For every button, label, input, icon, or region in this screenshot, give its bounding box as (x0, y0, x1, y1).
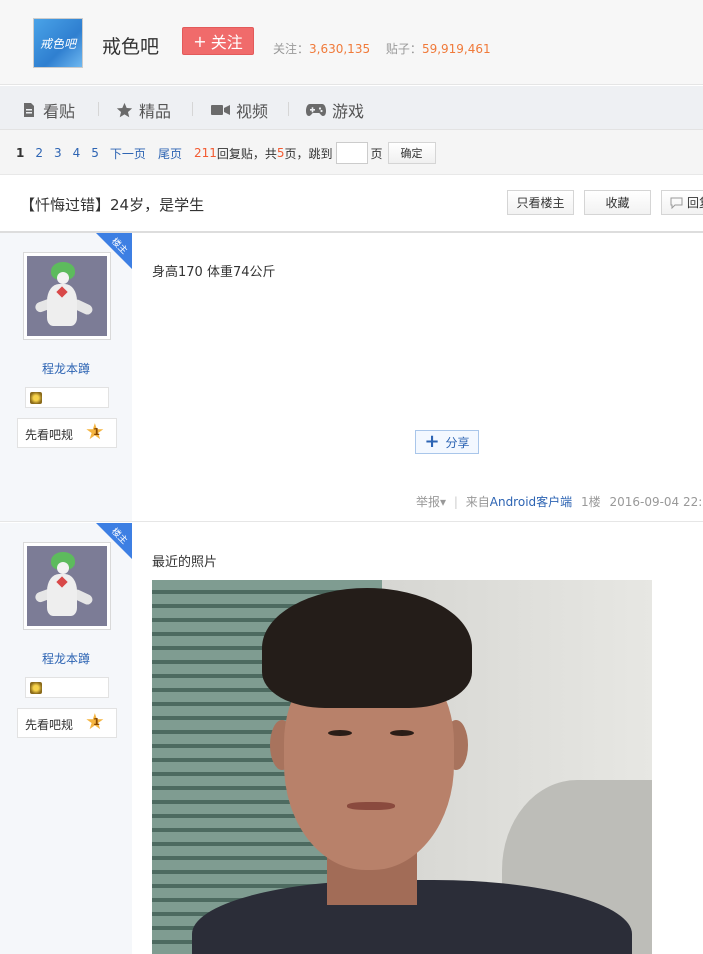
post-time: 2016-09-04 22:17 (609, 495, 703, 509)
forum-name[interactable]: 戒色吧 (102, 32, 159, 59)
logo-text: 戒色吧 (39, 36, 76, 51)
share-button[interactable]: + 分享 (415, 430, 479, 454)
followers-label: 关注： (273, 42, 310, 56)
post-floor-2: 楼主 程龙本蹲 先看吧规 ★ 1 最近的照片 (0, 523, 703, 954)
posts-label: 贴子： (385, 42, 422, 56)
page-total: 5 (276, 146, 285, 160)
floor-number: 1楼 (580, 495, 601, 509)
document-icon (24, 103, 34, 117)
avatar[interactable] (23, 252, 111, 340)
badge-icon (30, 392, 42, 404)
page-link-current: 1 (16, 146, 25, 160)
thread-title-bar: 【忏悔过错】24岁，是学生 只看楼主 收藏 回复 (0, 176, 703, 233)
op-badge-text: 楼主 (109, 526, 129, 547)
jump-to-text: 页，跳到 (284, 146, 333, 161)
follow-button[interactable]: + 关注 (182, 27, 254, 55)
username[interactable]: 程龙本蹲 (0, 650, 132, 667)
post-content: 最近的照片 (152, 555, 218, 570)
nav-label: 游戏 (332, 102, 365, 121)
post-floor-1: 楼主 程龙本蹲 先看吧规 ★ 1 身高170 体重74公斤 + 分享 举报▾ |… (0, 233, 703, 522)
op-badge-text: 楼主 (109, 236, 129, 257)
page-link[interactable]: 3 (54, 146, 62, 160)
page-link[interactable]: 5 (91, 146, 99, 160)
post-photo[interactable] (152, 580, 652, 954)
page-link[interactable]: 2 (35, 146, 43, 160)
only-op-button[interactable]: 只看楼主 (507, 190, 574, 215)
reply-button-label: 回复 (687, 196, 703, 210)
reply-count-text: 回复贴，共 (216, 146, 277, 161)
page-jump-confirm-button[interactable]: 确定 (387, 142, 436, 164)
report-link[interactable]: 举报▾ (416, 495, 446, 509)
next-page-link[interactable]: 下一页 (110, 145, 146, 162)
source-prefix: 来自 (465, 495, 490, 509)
page-link[interactable]: 4 (73, 146, 81, 160)
plus-icon: + (193, 31, 207, 51)
badge-icon (30, 682, 42, 694)
last-page-link[interactable]: 尾页 (158, 145, 182, 162)
level-badge[interactable]: 先看吧规 ★ 1 (17, 708, 117, 738)
post-meta: 举报▾ | 来自Android客户端 1楼 2016-09-04 22:17 回 (416, 493, 703, 510)
forum-header: 戒色吧 戒色吧 + 关注 关注：3,630,135 贴子：59,919,461 (0, 0, 703, 85)
post-content: 身高170 体重74公斤 (152, 265, 276, 280)
nav-label: 精品 (139, 102, 172, 121)
source-client-link[interactable]: Android客户端 (490, 495, 572, 509)
pagination-bar: 1 2 3 4 5 下一页 尾页 211 回复贴，共 5 页，跳到 页 确定 (0, 130, 703, 175)
level-number: 1 (93, 427, 100, 438)
share-label: 分享 (445, 435, 470, 450)
video-camera-icon (211, 105, 230, 115)
posts-count: 59,919,461 (421, 42, 491, 56)
reply-button[interactable]: 回复 (661, 190, 703, 215)
nav-item-featured[interactable]: 精品 (116, 98, 171, 122)
nav-item-posts[interactable]: 看贴 (21, 98, 75, 122)
username[interactable]: 程龙本蹲 (0, 360, 132, 377)
author-sidebar: 楼主 程龙本蹲 先看吧规 ★ 1 (0, 233, 132, 521)
thread-title: 【忏悔过错】24岁，是学生 (20, 196, 205, 214)
page-unit: 页 (370, 146, 383, 161)
forum-logo[interactable]: 戒色吧 (33, 18, 83, 68)
avatar[interactable] (23, 542, 111, 630)
level-badge[interactable]: 先看吧规 ★ 1 (17, 418, 117, 448)
nav-divider (288, 102, 289, 116)
forum-nav: 看贴 精品 视频 游戏 (0, 86, 703, 130)
star-icon (116, 102, 133, 117)
follow-label: 关注 (210, 33, 243, 52)
plus-icon: + (424, 431, 440, 452)
collect-button[interactable]: 收藏 (584, 190, 651, 215)
reply-count: 211 (193, 146, 217, 160)
forum-stats: 关注：3,630,135 贴子：59,919,461 (273, 40, 503, 57)
gamepad-icon (306, 104, 326, 116)
member-badge (25, 387, 109, 408)
nav-item-games[interactable]: 游戏 (306, 98, 364, 122)
nav-item-video[interactable]: 视频 (211, 98, 268, 122)
level-number: 1 (93, 717, 100, 728)
level-label: 先看吧规 (25, 718, 74, 732)
nav-label: 看贴 (43, 102, 76, 121)
author-sidebar: 楼主 程龙本蹲 先看吧规 ★ 1 (0, 523, 132, 954)
nav-divider (192, 102, 193, 116)
speech-bubble-icon (670, 197, 683, 209)
followers-count: 3,630,135 (309, 42, 371, 56)
nav-divider (98, 102, 99, 116)
level-label: 先看吧规 (25, 428, 74, 442)
member-badge (25, 677, 109, 698)
nav-label: 视频 (236, 102, 269, 121)
page-jump-input[interactable] (335, 142, 368, 164)
